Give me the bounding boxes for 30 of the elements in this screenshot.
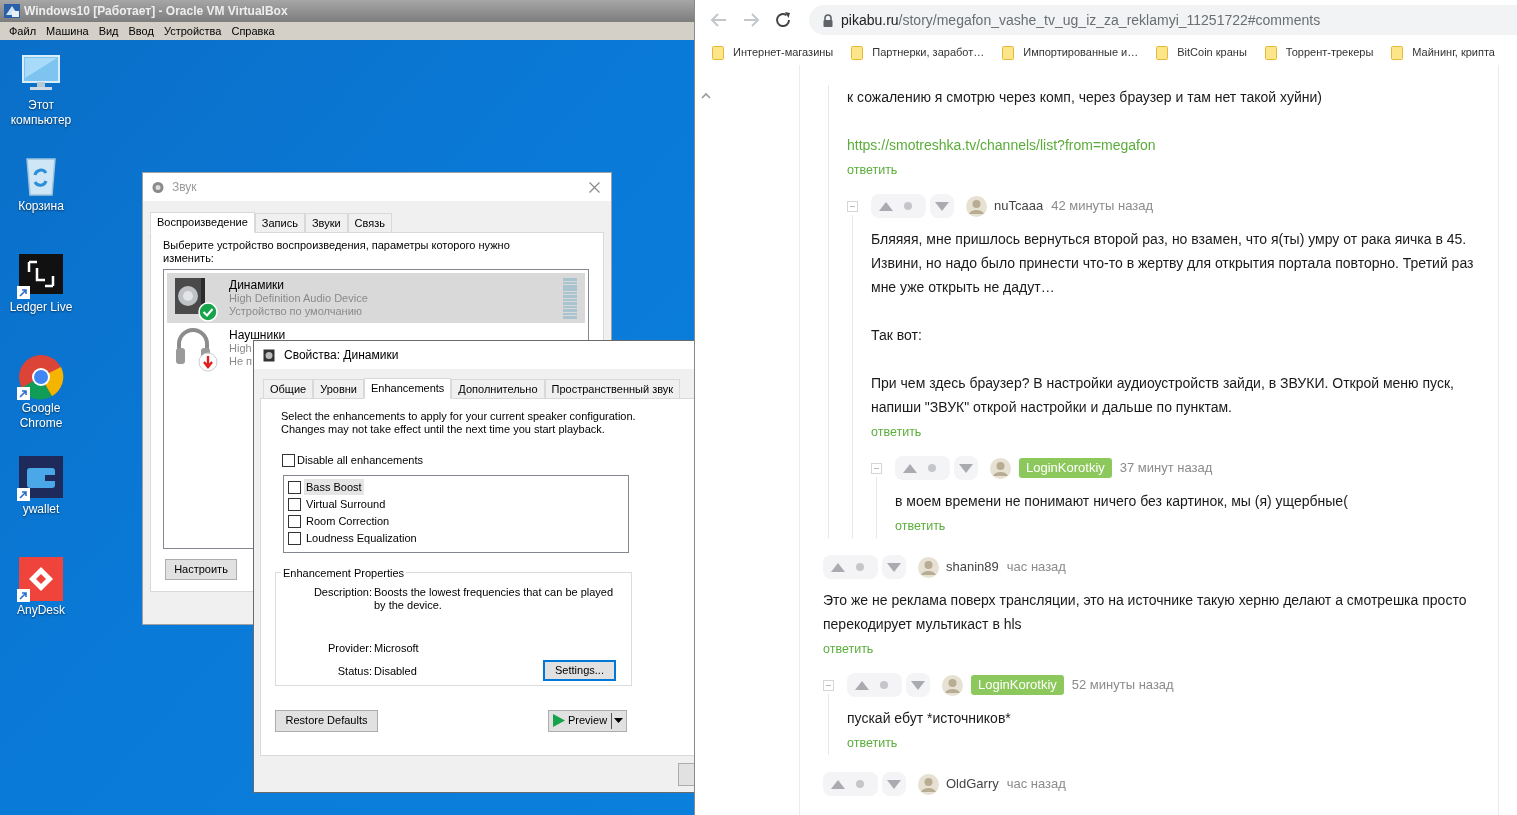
comment-text: Так вот: <box>871 326 923 345</box>
property-value: Disabled <box>374 664 417 678</box>
timestamp: 42 минуты назад <box>1051 197 1154 216</box>
comment-text: в моем времени не понимают ничего без картинок, мы (я) ущербные( <box>895 492 1349 511</box>
comment-text: пускай ебут *источников* <box>847 709 1012 728</box>
timestamp: 52 минуты назад <box>1071 676 1174 695</box>
window-title: Звук <box>172 179 197 196</box>
property-value: Microsoft <box>374 641 419 655</box>
instruction-text: Select the enhancements to apply for your current speaker configuration. Changes may not take effect until the next time you start playback. <box>281 410 637 436</box>
window-title: Свойства: Динамики <box>284 347 399 364</box>
device-detail: High Definition Audio Device <box>229 292 368 305</box>
comment-text: Бляяяя, мне пришлось вернуться второй раз, но взамен, что я(ты) умру от рака яичка в 45. Извини, но надо было принести что-то в жертву для открытия портала повторно. Третий раз мне уже открыть не дадут… <box>871 230 1475 297</box>
checkbox-label: Disable all enhancements <box>297 453 423 468</box>
timestamp: час назад <box>1006 775 1066 794</box>
property-label: Provider: <box>326 641 372 656</box>
comment-text: Это же не реклама поверх трансляции, это на источнике такую херню делают а смотрешка просто перекодирует мультикаст в hls <box>823 591 1468 634</box>
device-detail: Устройство по умолчанию <box>229 305 363 318</box>
device-name: Наушники <box>229 328 286 342</box>
property-value: Boosts the lowest frequencies that can be played by the device. <box>374 585 615 612</box>
device-detail: High <box>229 342 252 355</box>
device-detail: Не п <box>229 355 253 368</box>
property-label: Status: <box>336 664 372 679</box>
property-label: Description: <box>312 585 372 600</box>
instruction-text: Выберите устройство воспроизведения, параметры которого нужно изменить: <box>163 239 511 265</box>
timestamp: час назад <box>1006 558 1066 577</box>
comment-text: При чем здесь браузер? В настройки аудиоустройств зайди, в ЗВУКИ. Открой меню пуск, напиши "ЗВУК" открой настройки и дальше по пунктам. <box>871 374 1455 417</box>
window-title: Windows10 [Работает] - Oracle VM VirtualBox <box>24 3 288 20</box>
timestamp: 37 минут назад <box>1119 459 1213 478</box>
comment-text: к сожалению я смотрю через комп, через браузер и там нет такой хуйни) <box>847 88 1323 107</box>
device-name: Динамики <box>229 278 285 292</box>
